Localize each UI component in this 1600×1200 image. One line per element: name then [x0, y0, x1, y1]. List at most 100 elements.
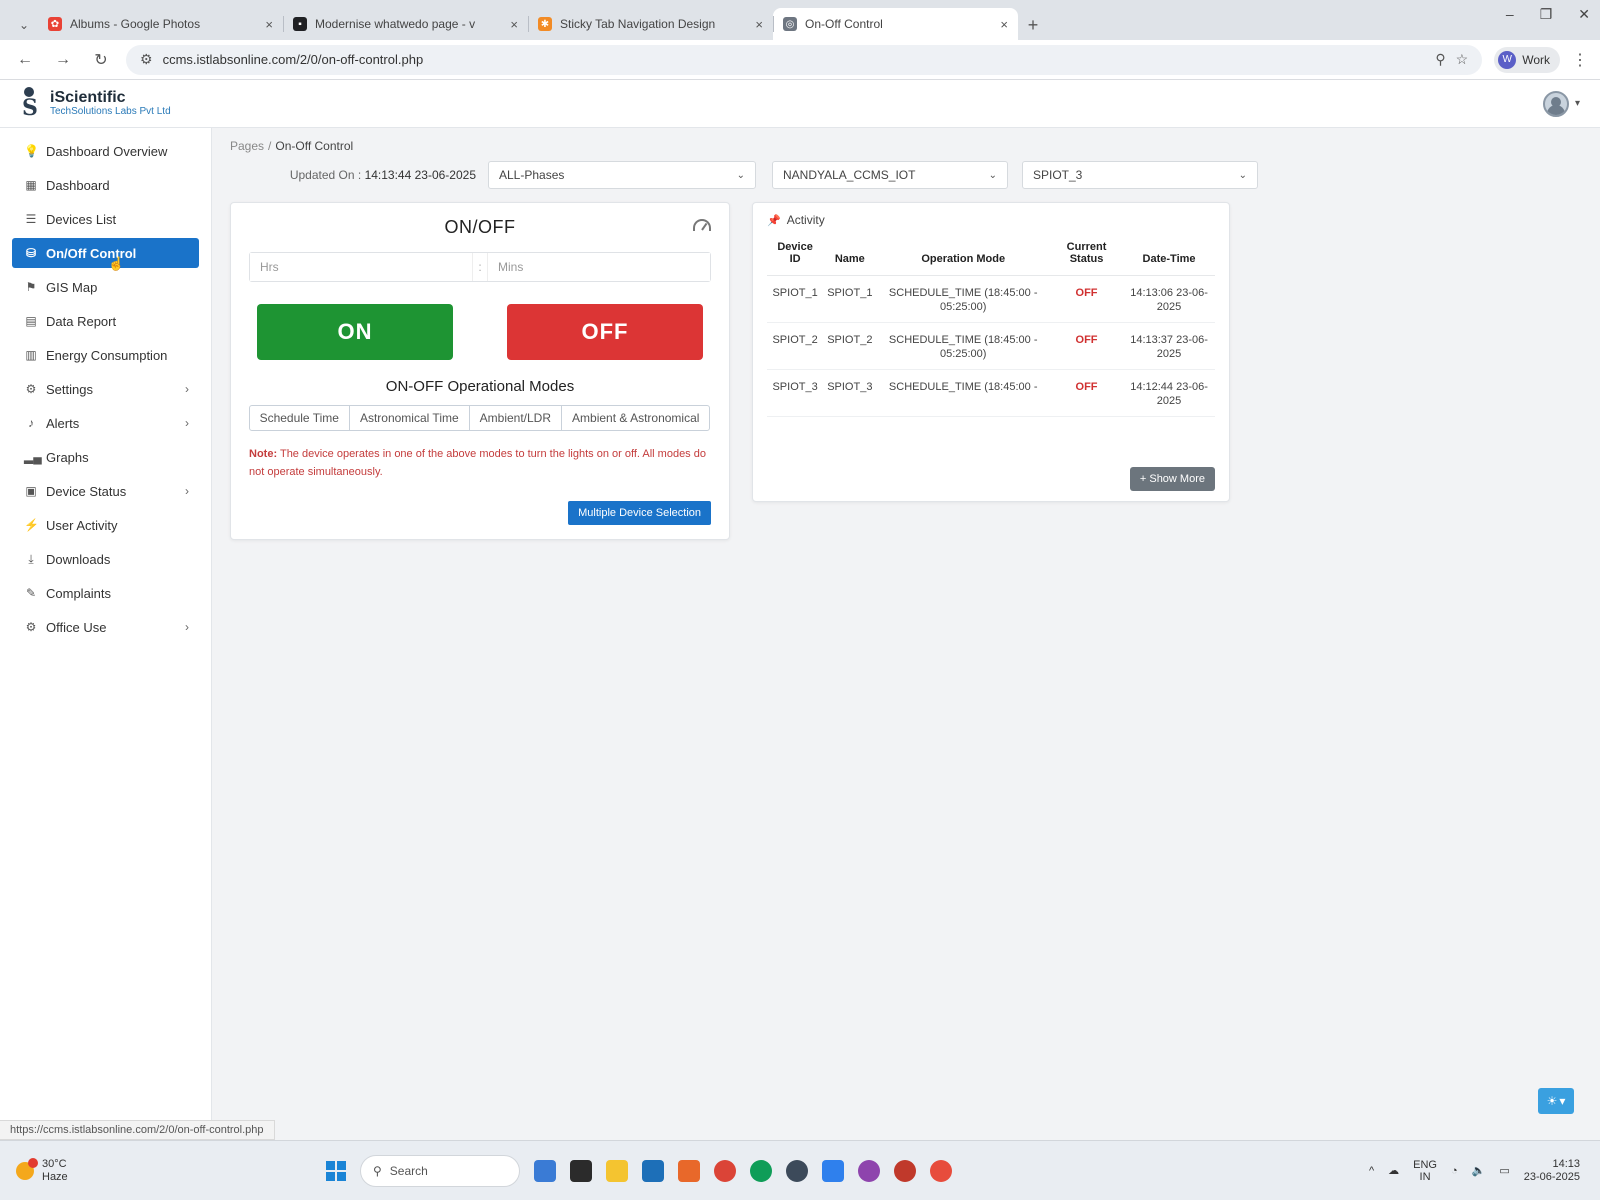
sidebar-item-user-activity[interactable]: ⚡ User Activity	[12, 510, 199, 540]
wifi-icon[interactable]: ◔	[1451, 1165, 1458, 1177]
file-explorer-icon[interactable]	[606, 1159, 628, 1182]
app-icon[interactable]	[786, 1159, 808, 1182]
sidebar-item-dashboard[interactable]: ▦ Dashboard	[12, 170, 199, 200]
on-button[interactable]: ON	[257, 304, 453, 360]
cell-date-time: 14:13:37 23-06-2025	[1123, 322, 1215, 370]
maximize-icon[interactable]: ❐	[1540, 6, 1553, 23]
gauge-icon[interactable]	[693, 219, 711, 231]
sidebar-item-devices-list[interactable]: ☰ Devices List	[12, 204, 199, 234]
close-tab-icon[interactable]: ×	[265, 17, 273, 32]
language-indicator[interactable]: ENG IN	[1413, 1159, 1437, 1183]
browser-tab[interactable]: ✿ Albums - Google Photos ×	[38, 8, 283, 40]
off-button[interactable]: OFF	[507, 304, 703, 360]
multiple-device-selection-button[interactable]: Multiple Device Selection	[568, 501, 711, 525]
tab-search-icon[interactable]: ⌄	[10, 10, 38, 40]
breadcrumb-parent[interactable]: Pages	[230, 139, 264, 153]
sidebar-item-office-use[interactable]: ⚙ Office Use ›	[12, 612, 199, 642]
filter-bar: Updated On : 14:13:44 23-06-2025 ALL-Pha…	[230, 158, 1580, 192]
task-view-icon[interactable]	[570, 1159, 592, 1182]
zone-select-value: NANDYALA_CCMS_IOT	[783, 168, 916, 182]
user-menu[interactable]: ▾	[1542, 90, 1580, 117]
zoom-icon[interactable]: ⚲	[1435, 51, 1445, 68]
close-window-icon[interactable]: ✕	[1578, 6, 1590, 23]
close-tab-icon[interactable]: ×	[755, 17, 763, 32]
on-off-card: ON/OFF : ON OFF ON-OFF Operational Modes…	[230, 202, 730, 540]
chevron-down-icon: ▾	[1559, 1094, 1566, 1108]
sidebar-item-on-off-control[interactable]: ⛁ On/Off Control ☝	[12, 238, 199, 271]
cell-status: OFF	[1049, 322, 1124, 370]
activity-table-scroll[interactable]: Device ID Name Operation Mode Current St…	[767, 227, 1215, 439]
volume-icon[interactable]: 🔈	[1472, 1164, 1486, 1177]
forward-arrow-icon[interactable]: →	[50, 47, 76, 73]
sidebar-item-label: Downloads	[46, 551, 111, 567]
chrome-profile-icon[interactable]	[930, 1159, 952, 1182]
browser-tab[interactable]: ▪ Modernise whatwedo page - v ×	[283, 8, 528, 40]
site-info-icon[interactable]: ⚙	[140, 51, 153, 68]
globe-icon: ◎	[783, 17, 797, 31]
sidebar-item-device-status[interactable]: ▣ Device Status ›	[12, 476, 199, 506]
close-tab-icon[interactable]: ×	[1000, 17, 1008, 32]
xampp-icon[interactable]	[678, 1159, 700, 1182]
url-field[interactable]: ⚙ ccms.istlabsonline.com/2/0/on-off-cont…	[126, 44, 1483, 75]
taskbar-search[interactable]: ⚲ Search	[360, 1154, 520, 1187]
chrome-profile-icon[interactable]	[858, 1159, 880, 1182]
download-icon: ⤓	[28, 551, 34, 566]
sidebar-item-alerts[interactable]: ♪ Alerts ›	[12, 408, 199, 438]
cell-date-time: 14:12:44 23-06-2025	[1123, 369, 1215, 417]
sidebar-item-complaints[interactable]: ✎ Complaints	[12, 578, 199, 608]
note-label: Note:	[249, 448, 278, 460]
new-tab-button[interactable]: +	[1018, 10, 1048, 40]
vscode-icon[interactable]	[822, 1159, 844, 1182]
minimize-icon[interactable]: –	[1506, 6, 1514, 23]
table-row: SPIOT_1 SPIOT_1 SCHEDULE_TIME (18:45:00 …	[767, 275, 1215, 323]
chrome-icon[interactable]	[714, 1159, 736, 1182]
bookmark-star-icon[interactable]: ☆	[1456, 51, 1469, 68]
widgets-icon[interactable]	[534, 1159, 556, 1182]
theme-toggle-button[interactable]: ☀ ▾	[1538, 1088, 1574, 1114]
close-tab-icon[interactable]: ×	[510, 17, 518, 32]
hours-input[interactable]	[250, 253, 472, 281]
sidebar-item-label: Settings	[46, 381, 93, 397]
browser-tab-active[interactable]: ◎ On-Off Control ×	[773, 8, 1018, 40]
phase-select[interactable]: ALL-Phases ⌄	[488, 161, 756, 189]
sidebar-item-gis-map[interactable]: ⚑ GIS Map	[12, 272, 199, 302]
cloud-icon[interactable]: ☁	[1388, 1164, 1399, 1177]
windows-start-icon[interactable]	[326, 1160, 346, 1181]
mode-tab-schedule-time[interactable]: Schedule Time	[248, 405, 350, 431]
sidebar-item-label: User Activity	[46, 517, 118, 533]
clock[interactable]: 14:13 23-06-2025	[1524, 1158, 1580, 1184]
mode-tab-ambient-astronomical[interactable]: Ambient & Astronomical	[561, 405, 711, 431]
store-icon[interactable]	[642, 1159, 664, 1182]
table-row: SPIOT_2 SPIOT_2 SCHEDULE_TIME (18:45:00 …	[767, 322, 1215, 370]
sidebar-item-settings[interactable]: ⚙ Settings ›	[12, 374, 199, 404]
back-arrow-icon[interactable]: ←	[12, 47, 38, 73]
tray-overflow-icon[interactable]: ^	[1369, 1165, 1374, 1177]
sidebar-item-energy-consumption[interactable]: ▥ Energy Consumption	[12, 340, 199, 370]
sidebar-item-label: GIS Map	[46, 279, 98, 295]
on-off-title: ON/OFF	[444, 217, 516, 237]
url-text: ccms.istlabsonline.com/2/0/on-off-contro…	[162, 52, 424, 67]
mode-tab-astronomical-time[interactable]: Astronomical Time	[348, 405, 470, 431]
chrome-profile-icon[interactable]	[894, 1159, 916, 1182]
brand-logo[interactable]: iScientific TechSolutions Labs Pvt Ltd	[20, 86, 171, 121]
reload-icon[interactable]: ↻	[88, 47, 114, 73]
show-more-button[interactable]: + Show More	[1129, 467, 1215, 491]
sidebar-item-dashboard-overview[interactable]: 💡 Dashboard Overview	[12, 136, 199, 166]
edge-icon[interactable]	[750, 1159, 772, 1182]
cell-date-time: 14:13:06 23-06-2025	[1123, 275, 1215, 323]
cell-device-id: SPIOT_3	[767, 369, 824, 417]
device-select[interactable]: SPIOT_3 ⌄	[1022, 161, 1258, 189]
zone-select[interactable]: NANDYALA_CCMS_IOT ⌄	[772, 161, 1008, 189]
sidebar-item-label: Dashboard	[46, 177, 110, 193]
sidebar-item-downloads[interactable]: ⤓ Downloads	[12, 544, 199, 574]
browser-menu-icon[interactable]: ⋮	[1572, 50, 1588, 70]
weather-widget[interactable]: 30°C Haze	[16, 1157, 216, 1184]
minutes-input[interactable]	[488, 253, 710, 281]
sidebar-item-data-report[interactable]: ▤ Data Report	[12, 306, 199, 336]
profile-button[interactable]: W Work	[1494, 46, 1560, 73]
server-icon: ⛁	[25, 246, 37, 260]
sidebar-item-graphs[interactable]: ▂▄ Graphs	[12, 442, 199, 472]
mode-tab-ambient-ldr[interactable]: Ambient/LDR	[468, 405, 563, 431]
battery-icon[interactable]: ▭	[1499, 1164, 1509, 1177]
browser-tab[interactable]: ✱ Sticky Tab Navigation Design ×	[528, 8, 773, 40]
